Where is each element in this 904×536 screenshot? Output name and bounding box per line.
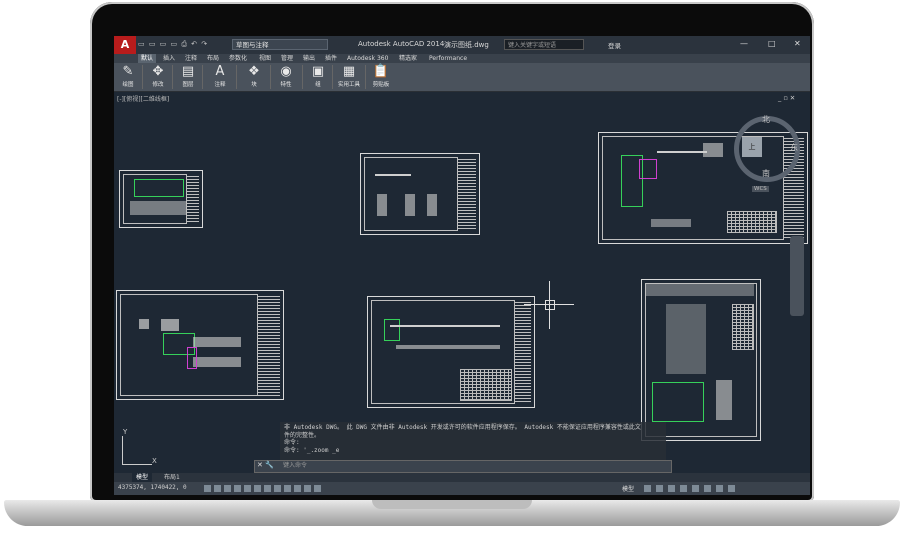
grid-icon[interactable] (214, 485, 221, 492)
tab-insert[interactable]: 插入 (160, 54, 178, 63)
tab-featured[interactable]: 精选家 (396, 54, 420, 63)
autocad-logo-icon[interactable]: A (114, 36, 136, 54)
workspace-switch-icon[interactable] (668, 485, 675, 492)
layout-tabs: 模型 布局1 (114, 473, 810, 482)
viewcube-north[interactable]: 北 (762, 114, 770, 125)
lock-icon[interactable] (680, 485, 687, 492)
drawing-sheet-6[interactable] (641, 279, 761, 441)
tab-performance[interactable]: Performance (426, 54, 470, 63)
quick-properties-icon[interactable] (304, 485, 311, 492)
tab-output[interactable]: 输出 (300, 54, 318, 63)
workspace-select[interactable]: 草图与注释 (232, 39, 328, 50)
viewcube-top-face[interactable]: 上 (742, 137, 762, 157)
laptop-notch (372, 500, 532, 509)
coordinate-readout: 4375374, 1740422, 0 (118, 484, 187, 491)
tab-annotate[interactable]: 注释 (182, 54, 200, 63)
tab-parametric[interactable]: 参数化 (226, 54, 250, 63)
block-icon: ❖ (248, 64, 260, 79)
viewcube-south[interactable]: 南 (762, 168, 770, 179)
minimize-button[interactable]: — (740, 39, 748, 48)
search-input[interactable]: 键入关键字或短语 (504, 39, 584, 50)
login-button[interactable]: 登录 (608, 40, 621, 50)
group-icon: ▣ (311, 64, 325, 79)
otrack-icon[interactable] (254, 485, 261, 492)
quick-access-toolbar[interactable]: ▭ ▭ ▭ ▭ ⎙ ↶ ↷ (138, 40, 208, 49)
draw-icon: ✎ (122, 64, 134, 79)
command-input[interactable]: 键入命令 (283, 462, 667, 470)
drawing-sheet-4[interactable] (116, 290, 284, 400)
tab-plugins[interactable]: 插件 (322, 54, 340, 63)
drawing-sheet-1[interactable] (119, 170, 203, 228)
ucs-icon (122, 436, 123, 464)
ribbon-panel: ✎ 绘图 ✥ 修改 ▤ 图层 A 注释 ❖ 块 ◉ 特性 ▣ 组 ▦ 实用工具 📋 剪贴板 (114, 63, 810, 92)
ribbon-clipboard-button[interactable]: 📋 剪贴板 (367, 64, 395, 90)
transparency-icon[interactable] (294, 485, 301, 492)
ribbon-annotate-button[interactable]: A 注释 (208, 64, 232, 90)
osnap-icon[interactable] (244, 485, 251, 492)
ribbon-utilities-button[interactable]: ▦ 实用工具 (335, 64, 363, 90)
clipboard-icon: 📋 (372, 64, 390, 79)
ribbon-group-button[interactable]: ▣ 组 (306, 64, 330, 90)
calculator-icon: ▦ (342, 64, 356, 79)
tab-model[interactable]: 模型 (132, 473, 153, 482)
navigation-bar[interactable] (790, 236, 804, 316)
wcs-menu[interactable]: WCS (752, 186, 769, 192)
maximize-button[interactable]: □ (768, 39, 776, 48)
tab-layout[interactable]: 布局 (204, 54, 222, 63)
ucs-y-label: Y (123, 428, 128, 436)
ribbon-block-button[interactable]: ❖ 块 (242, 64, 266, 90)
title-bar: A ▭ ▭ ▭ ▭ ⎙ ↶ ↷ 草图与注释 Autodesk AutoCAD 2… (114, 36, 810, 54)
command-close-icon[interactable]: ✕ 🔧 (257, 461, 274, 469)
ribbon-properties-button[interactable]: ◉ 特性 (274, 64, 298, 90)
annotation-visibility-icon[interactable] (656, 485, 663, 492)
ortho-icon[interactable] (224, 485, 231, 492)
file-title: 演示图纸.dwg (444, 41, 489, 49)
tab-view[interactable]: 视图 (256, 54, 274, 63)
tab-layout1[interactable]: 布局1 (160, 473, 184, 482)
viewport-label[interactable]: [-][俯视][二维线框] (117, 94, 169, 103)
clean-screen-icon[interactable] (716, 485, 723, 492)
laptop-base (4, 500, 900, 526)
color-wheel-icon: ◉ (280, 64, 292, 79)
tab-autodesk360[interactable]: Autodesk 360 (344, 54, 391, 63)
lineweight-icon[interactable] (284, 485, 291, 492)
tab-manage[interactable]: 管理 (278, 54, 296, 63)
ribbon-draw-button[interactable]: ✎ 绘图 (116, 64, 140, 90)
app-title: Autodesk AutoCAD 2014 (358, 40, 445, 48)
tab-default[interactable]: 默认 (138, 54, 157, 63)
modify-icon: ✥ (152, 64, 164, 79)
close-button[interactable]: ✕ (794, 39, 801, 48)
viewcube-east[interactable]: 东 (790, 142, 798, 153)
command-history: 非 Autodesk DWG。 此 DWG 文件由非 Autodesk 开发或许… (280, 422, 666, 460)
dyn-icon[interactable] (274, 485, 281, 492)
polar-icon[interactable] (234, 485, 241, 492)
annotation-scale-icon[interactable] (644, 485, 651, 492)
autocad-window: A ▭ ▭ ▭ ▭ ⎙ ↶ ↷ 草图与注释 Autodesk AutoCAD 2… (114, 36, 810, 495)
ribbon-modify-button[interactable]: ✥ 修改 (146, 64, 170, 90)
ucs-x-label: X (152, 457, 157, 465)
ducs-icon[interactable] (264, 485, 271, 492)
ribbon-layers-button[interactable]: ▤ 图层 (176, 64, 200, 90)
hardware-acceleration-icon[interactable] (692, 485, 699, 492)
selection-cycling-icon[interactable] (314, 485, 321, 492)
drawing-sheet-5[interactable] (367, 296, 535, 408)
drawing-sheet-2[interactable] (360, 153, 480, 235)
customize-icon[interactable] (728, 485, 735, 492)
isolate-objects-icon[interactable] (704, 485, 711, 492)
ribbon-tabs: 默认 插入 注释 布局 参数化 视图 管理 输出 插件 Autodesk 360… (114, 54, 810, 63)
viewport-controls[interactable]: _ ▫ ✕ (778, 94, 795, 102)
text-icon: A (215, 64, 225, 79)
command-line[interactable]: ✕ 🔧 键入命令 (254, 460, 672, 473)
snap-icon[interactable] (204, 485, 211, 492)
status-bar: 4375374, 1740422, 0 模型 (114, 482, 810, 495)
model-space-label[interactable]: 模型 (622, 484, 634, 493)
layers-icon: ▤ (181, 64, 195, 79)
